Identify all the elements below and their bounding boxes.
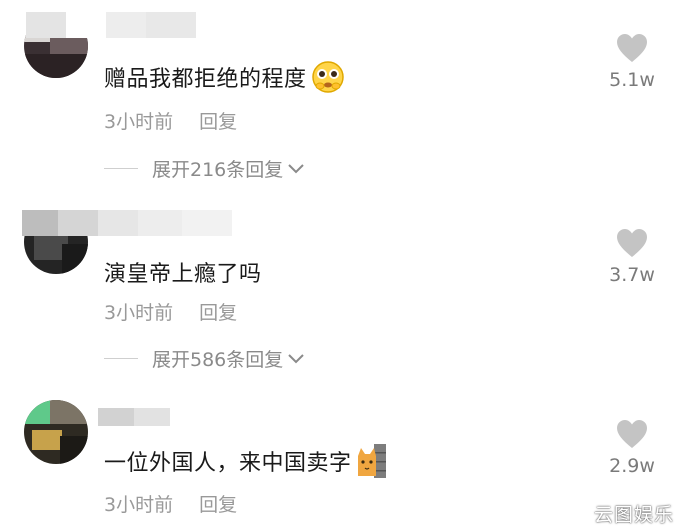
cat-peeking-wall-emoji <box>356 444 386 484</box>
comment-text: 演皇帝上瘾了吗 <box>104 256 262 288</box>
heart-icon <box>617 420 647 448</box>
comment-meta: 3小时前 回复 <box>104 298 237 325</box>
watermark: 云图娱乐 <box>593 504 674 526</box>
divider <box>104 358 138 359</box>
heart-icon <box>617 229 647 257</box>
reply-button[interactable]: 回复 <box>199 111 237 133</box>
like-count: 2.9w <box>609 455 655 477</box>
like-button[interactable]: 5.1w <box>602 33 662 91</box>
comment-meta: 3小时前 回复 <box>104 107 237 134</box>
chevron-down-icon <box>287 163 305 175</box>
avatar[interactable] <box>24 400 88 464</box>
like-button[interactable]: 3.7w <box>602 228 662 286</box>
comment-text: 一位外国人，来中国卖字 <box>104 444 386 484</box>
expand-replies-label: 展开586条回复 <box>152 349 284 371</box>
reply-button[interactable]: 回复 <box>199 302 237 324</box>
expand-replies-button[interactable]: 展开586条回复 <box>104 345 305 372</box>
comment-time: 3小时前 <box>104 111 174 133</box>
comment-time: 3小时前 <box>104 494 174 516</box>
comment-text-content: 赠品我都拒绝的程度 <box>104 67 307 92</box>
comment-text-content: 演皇帝上瘾了吗 <box>104 262 262 287</box>
expand-replies-button[interactable]: 展开216条回复 <box>104 155 305 182</box>
divider <box>104 168 138 169</box>
expand-replies-label: 展开216条回复 <box>152 159 284 181</box>
username-blurred[interactable] <box>98 408 178 434</box>
chevron-down-icon <box>287 353 305 365</box>
pleading-face-emoji <box>311 60 345 100</box>
comment-text: 赠品我都拒绝的程度 <box>104 60 345 100</box>
username-blurred[interactable] <box>22 210 242 236</box>
username-blurred[interactable] <box>26 12 206 38</box>
reply-button[interactable]: 回复 <box>199 494 237 516</box>
comment-text-content: 一位外国人，来中国卖字 <box>104 451 352 476</box>
heart-icon <box>617 34 647 62</box>
like-count: 3.7w <box>609 264 655 286</box>
like-count: 5.1w <box>609 69 655 91</box>
like-button[interactable]: 2.9w <box>602 419 662 477</box>
comment-time: 3小时前 <box>104 302 174 324</box>
comment-meta: 3小时前 回复 <box>104 490 237 517</box>
